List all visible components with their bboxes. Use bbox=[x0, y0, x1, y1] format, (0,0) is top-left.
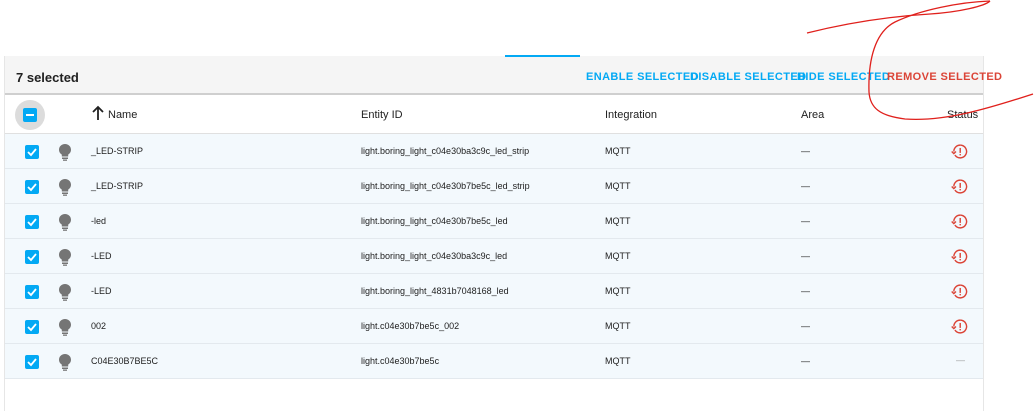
lightbulb-icon bbox=[59, 354, 71, 371]
entity-name[interactable]: _LED-STRIP bbox=[91, 181, 143, 191]
entity-area: — bbox=[801, 181, 810, 191]
entity-id: light.boring_light_c04e30b7be5c_led bbox=[361, 216, 508, 226]
entity-name[interactable]: 002 bbox=[91, 321, 106, 331]
entity-area: — bbox=[801, 251, 810, 261]
row-checkbox[interactable] bbox=[25, 180, 39, 194]
restore-alert-icon bbox=[951, 249, 968, 264]
entity-integration: MQTT bbox=[605, 286, 631, 296]
entity-name[interactable]: C04E30B7BE5C bbox=[91, 356, 158, 366]
entity-integration: MQTT bbox=[605, 216, 631, 226]
column-header-name[interactable]: Name bbox=[108, 109, 137, 121]
column-header-integration[interactable]: Integration bbox=[605, 109, 657, 121]
row-checkbox[interactable] bbox=[25, 250, 39, 264]
table-row[interactable]: -led light.boring_light_c04e30b7be5c_led… bbox=[5, 204, 983, 239]
entity-area: — bbox=[801, 216, 810, 226]
entity-name[interactable]: -LED bbox=[91, 286, 112, 296]
lightbulb-icon bbox=[59, 319, 71, 336]
entity-area: — bbox=[801, 321, 810, 331]
entity-name[interactable]: -LED bbox=[91, 251, 112, 261]
column-header-entity-id[interactable]: Entity ID bbox=[361, 109, 403, 121]
restore-alert-icon bbox=[951, 214, 968, 229]
remove-selected-button[interactable]: REMOVE SELECTED bbox=[887, 71, 1002, 83]
entity-integration: MQTT bbox=[605, 251, 631, 261]
checkmark-icon bbox=[27, 148, 37, 157]
checkmark-icon bbox=[27, 218, 37, 227]
entity-id: light.c04e30b7be5c bbox=[361, 356, 440, 366]
lightbulb-icon bbox=[59, 144, 71, 161]
checkmark-icon bbox=[27, 183, 37, 192]
table-row[interactable]: -LED light.boring_light_c04e30ba3c9c_led… bbox=[5, 239, 983, 274]
row-checkbox[interactable] bbox=[25, 285, 39, 299]
table-row[interactable]: 002 light.c04e30b7be5c_002 MQTT — bbox=[5, 309, 983, 344]
column-header-status[interactable]: Status bbox=[947, 109, 978, 121]
entity-id: light.c04e30b7be5c_002 bbox=[361, 321, 460, 331]
entity-area: — bbox=[801, 286, 810, 296]
restore-alert-icon bbox=[951, 179, 968, 194]
entity-name[interactable]: _LED-STRIP bbox=[91, 146, 143, 156]
entity-integration: MQTT bbox=[605, 146, 631, 156]
hide-selected-button[interactable]: HIDE SELECTED bbox=[797, 71, 890, 83]
arrow-up-icon[interactable] bbox=[91, 105, 105, 121]
entity-name[interactable]: -led bbox=[91, 216, 106, 226]
active-tab-indicator bbox=[505, 55, 580, 57]
restore-alert-icon bbox=[951, 319, 968, 334]
restore-alert-icon bbox=[951, 144, 968, 159]
selected-count: 7 selected bbox=[16, 70, 79, 85]
entity-area: — bbox=[801, 146, 810, 156]
table-row[interactable]: _LED-STRIP light.boring_light_c04e30ba3c… bbox=[5, 134, 983, 169]
lightbulb-icon bbox=[59, 179, 71, 196]
column-header-area[interactable]: Area bbox=[801, 109, 824, 121]
entities-card: 7 selected ENABLE SELECTED DISABLE SELEC… bbox=[4, 56, 1002, 411]
select-all-checkbox[interactable] bbox=[15, 100, 45, 130]
table-header: Name Entity ID Integration Area Status bbox=[5, 95, 983, 134]
lightbulb-icon bbox=[59, 249, 71, 266]
entity-integration: MQTT bbox=[605, 321, 631, 331]
entity-area: — bbox=[801, 356, 810, 366]
table-row[interactable]: _LED-STRIP light.boring_light_c04e30b7be… bbox=[5, 169, 983, 204]
entity-integration: MQTT bbox=[605, 181, 631, 191]
disable-selected-button[interactable]: DISABLE SELECTED bbox=[690, 71, 806, 83]
checkmark-icon bbox=[27, 323, 37, 332]
entity-id: light.boring_light_c04e30ba3c9c_led bbox=[361, 251, 508, 261]
checkmark-icon bbox=[27, 358, 37, 367]
lightbulb-icon bbox=[59, 284, 71, 301]
enable-selected-button[interactable]: ENABLE SELECTED bbox=[586, 71, 699, 83]
entity-id: light.boring_light_c04e30ba3c9c_led_stri… bbox=[361, 146, 530, 156]
restore-alert-icon bbox=[951, 284, 968, 299]
entity-id: light.boring_light_c04e30b7be5c_led_stri… bbox=[361, 181, 530, 191]
row-checkbox[interactable] bbox=[25, 320, 39, 334]
table-row[interactable]: -LED light.boring_light_4831b7048168_led… bbox=[5, 274, 983, 309]
entity-id: light.boring_light_4831b7048168_led bbox=[361, 286, 509, 296]
table-row[interactable]: C04E30B7BE5C light.c04e30b7be5c MQTT — — bbox=[5, 344, 983, 379]
lightbulb-icon bbox=[59, 214, 71, 231]
checkmark-icon bbox=[27, 288, 37, 297]
status-none: — bbox=[956, 355, 965, 365]
selection-toolbar: 7 selected ENABLE SELECTED DISABLE SELEC… bbox=[5, 56, 1002, 95]
checkmark-icon bbox=[27, 253, 37, 262]
row-checkbox[interactable] bbox=[25, 355, 39, 369]
entity-integration: MQTT bbox=[605, 356, 631, 366]
row-checkbox[interactable] bbox=[25, 215, 39, 229]
row-checkbox[interactable] bbox=[25, 145, 39, 159]
indeterminate-checkbox-icon bbox=[23, 108, 37, 122]
